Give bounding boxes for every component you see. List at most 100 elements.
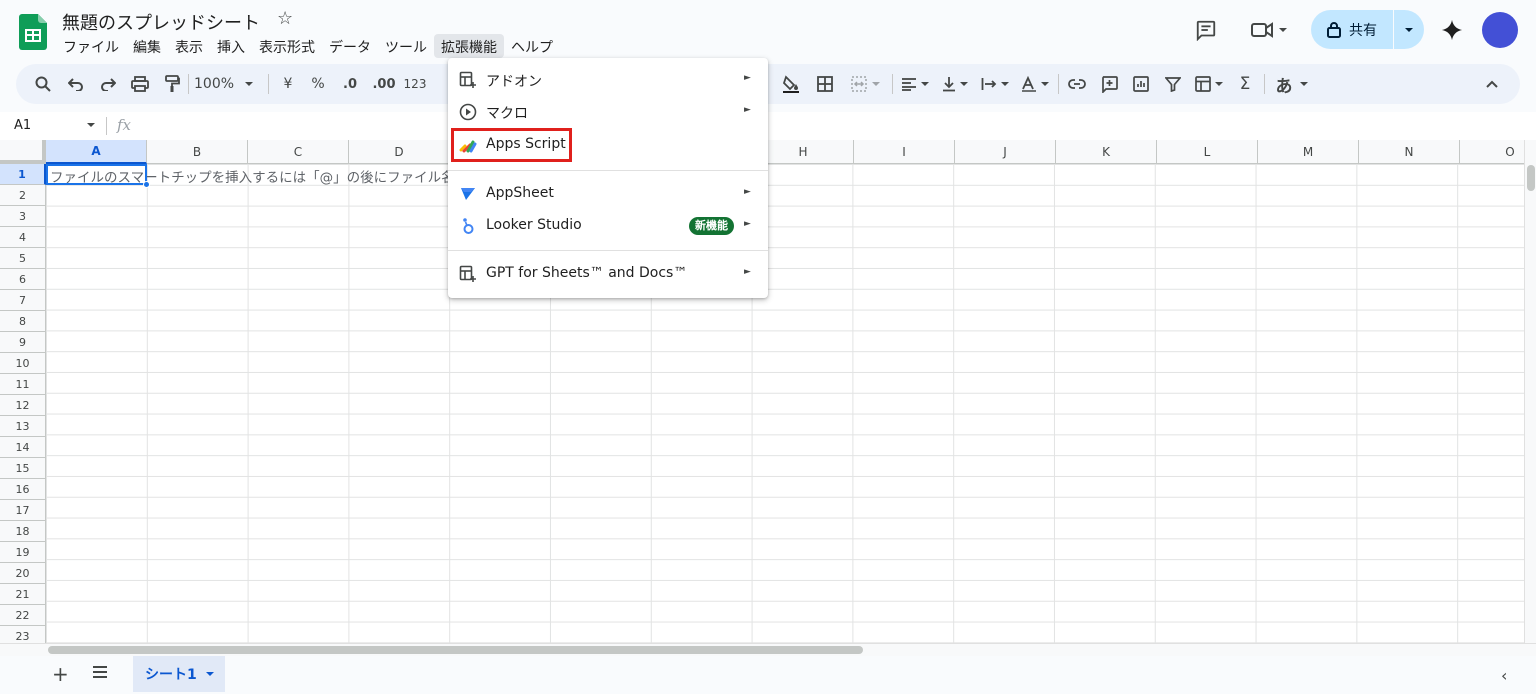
borders-icon[interactable] bbox=[814, 64, 836, 104]
menu-edit[interactable]: 編集 bbox=[126, 34, 168, 58]
menu-item-appsheet[interactable]: AppSheet ► bbox=[448, 178, 768, 210]
decrease-decimal-button[interactable]: .0 bbox=[338, 64, 362, 104]
sheet-explore-toggle-icon[interactable]: ‹ bbox=[1501, 666, 1507, 685]
selected-cell-border[interactable] bbox=[46, 164, 147, 185]
row-header[interactable]: 10 bbox=[0, 353, 46, 374]
column-header[interactable]: A bbox=[46, 140, 147, 164]
column-header[interactable]: D bbox=[349, 140, 450, 164]
row-header[interactable]: 1 bbox=[0, 164, 46, 185]
name-box[interactable]: A1 bbox=[14, 118, 31, 133]
increase-decimal-button[interactable]: .00 bbox=[370, 64, 398, 104]
row-header[interactable]: 5 bbox=[0, 248, 46, 269]
menu-item-addons[interactable]: アドオン ► bbox=[448, 64, 768, 96]
row-header[interactable]: 7 bbox=[0, 290, 46, 311]
column-header[interactable]: M bbox=[1258, 140, 1359, 164]
menu-tools[interactable]: ツール bbox=[378, 34, 434, 58]
menu-help[interactable]: ヘルプ bbox=[504, 34, 560, 58]
row-header[interactable]: 20 bbox=[0, 563, 46, 584]
currency-format-button[interactable]: ¥ bbox=[278, 64, 298, 104]
menu-item-looker-studio[interactable]: Looker Studio 新機能 ► bbox=[448, 210, 768, 242]
chevron-down-icon[interactable] bbox=[205, 669, 215, 679]
column-header[interactable]: O bbox=[1460, 140, 1524, 164]
row-header[interactable]: 16 bbox=[0, 479, 46, 500]
sheet-tab[interactable]: シート1 bbox=[133, 656, 225, 692]
column-header[interactable]: L bbox=[1157, 140, 1258, 164]
avatar[interactable] bbox=[1482, 12, 1518, 48]
redo-icon[interactable] bbox=[96, 64, 120, 104]
menu-format[interactable]: 表示形式 bbox=[252, 34, 322, 58]
row-header[interactable]: 19 bbox=[0, 542, 46, 563]
row-header[interactable]: 23 bbox=[0, 626, 46, 643]
share-dropdown-button[interactable] bbox=[1394, 10, 1424, 49]
print-icon[interactable] bbox=[128, 64, 152, 104]
share-button[interactable]: 共有 bbox=[1311, 10, 1424, 49]
menu-view[interactable]: 表示 bbox=[168, 34, 210, 58]
row-header[interactable]: 14 bbox=[0, 437, 46, 458]
column-header[interactable]: C bbox=[248, 140, 349, 164]
row-header[interactable]: 12 bbox=[0, 395, 46, 416]
row-header[interactable]: 22 bbox=[0, 605, 46, 626]
comments-icon[interactable] bbox=[1192, 16, 1220, 44]
column-header[interactable]: B bbox=[147, 140, 248, 164]
row-header[interactable]: 4 bbox=[0, 227, 46, 248]
row-header[interactable]: 13 bbox=[0, 416, 46, 437]
text-wrapping-icon[interactable] bbox=[978, 64, 1012, 104]
column-header[interactable]: K bbox=[1056, 140, 1157, 164]
menu-data[interactable]: データ bbox=[322, 34, 378, 58]
more-formats-button[interactable]: 123 bbox=[402, 64, 428, 104]
percent-format-button[interactable]: % bbox=[308, 64, 328, 104]
gemini-sparkle-icon[interactable] bbox=[1438, 16, 1466, 44]
select-all-corner[interactable] bbox=[0, 140, 46, 164]
collapse-toolbar-icon[interactable] bbox=[1480, 64, 1504, 104]
sheets-logo-icon[interactable] bbox=[19, 14, 47, 50]
fill-color-icon[interactable] bbox=[780, 64, 802, 104]
star-icon[interactable]: ☆ bbox=[277, 8, 293, 29]
row-header[interactable]: 2 bbox=[0, 185, 46, 206]
doc-title[interactable]: 無題のスプレッドシート bbox=[62, 9, 260, 35]
meet-camera-icon[interactable] bbox=[1246, 16, 1292, 44]
text-rotation-icon[interactable] bbox=[1018, 64, 1052, 104]
horizontal-align-icon[interactable] bbox=[898, 64, 932, 104]
column-header[interactable]: N bbox=[1359, 140, 1460, 164]
paint-format-icon[interactable] bbox=[160, 64, 184, 104]
insert-link-icon[interactable] bbox=[1066, 64, 1088, 104]
row-header[interactable]: 6 bbox=[0, 269, 46, 290]
menu-file[interactable]: ファイル bbox=[56, 34, 126, 58]
menu-item-gpt-for-sheets[interactable]: GPT for Sheets™ and Docs™ ► bbox=[448, 258, 768, 290]
column-header[interactable]: I bbox=[854, 140, 955, 164]
vertical-scrollbar[interactable] bbox=[1524, 140, 1536, 643]
filter-views-icon[interactable] bbox=[1192, 64, 1226, 104]
row-header[interactable]: 3 bbox=[0, 206, 46, 227]
row-header[interactable]: 8 bbox=[0, 311, 46, 332]
fill-handle[interactable] bbox=[143, 181, 150, 188]
row-header[interactable]: 11 bbox=[0, 374, 46, 395]
horizontal-scrollbar[interactable] bbox=[0, 643, 1536, 656]
horizontal-scroll-thumb[interactable] bbox=[48, 646, 863, 654]
row-header[interactable]: 21 bbox=[0, 584, 46, 605]
chevron-down-icon[interactable] bbox=[86, 120, 96, 130]
input-tools-button[interactable]: あ bbox=[1272, 64, 1312, 104]
share-main-button[interactable]: 共有 bbox=[1311, 10, 1393, 49]
all-sheets-menu-icon[interactable] bbox=[92, 665, 108, 679]
insert-comment-icon[interactable] bbox=[1098, 64, 1120, 104]
menu-item-macros[interactable]: マクロ ► bbox=[448, 96, 768, 128]
add-sheet-button[interactable]: + bbox=[52, 662, 69, 686]
vertical-align-icon[interactable] bbox=[938, 64, 972, 104]
row-header[interactable]: 17 bbox=[0, 500, 46, 521]
search-menus-icon[interactable] bbox=[30, 64, 56, 104]
row-header[interactable]: 18 bbox=[0, 521, 46, 542]
menu-extensions[interactable]: 拡張機能 bbox=[434, 34, 504, 58]
column-header[interactable]: H bbox=[753, 140, 854, 164]
cell-area[interactable] bbox=[46, 164, 1524, 643]
zoom-select[interactable]: 100% bbox=[194, 64, 260, 104]
row-header[interactable]: 15 bbox=[0, 458, 46, 479]
column-header[interactable]: J bbox=[955, 140, 1056, 164]
insert-chart-icon[interactable] bbox=[1130, 64, 1152, 104]
filter-icon[interactable] bbox=[1162, 64, 1184, 104]
row-header[interactable]: 9 bbox=[0, 332, 46, 353]
vertical-scroll-thumb[interactable] bbox=[1527, 165, 1535, 191]
functions-sigma-icon[interactable]: Σ bbox=[1234, 64, 1256, 104]
undo-icon[interactable] bbox=[64, 64, 88, 104]
menu-insert[interactable]: 挿入 bbox=[210, 34, 252, 58]
merge-cells-icon[interactable] bbox=[846, 64, 886, 104]
